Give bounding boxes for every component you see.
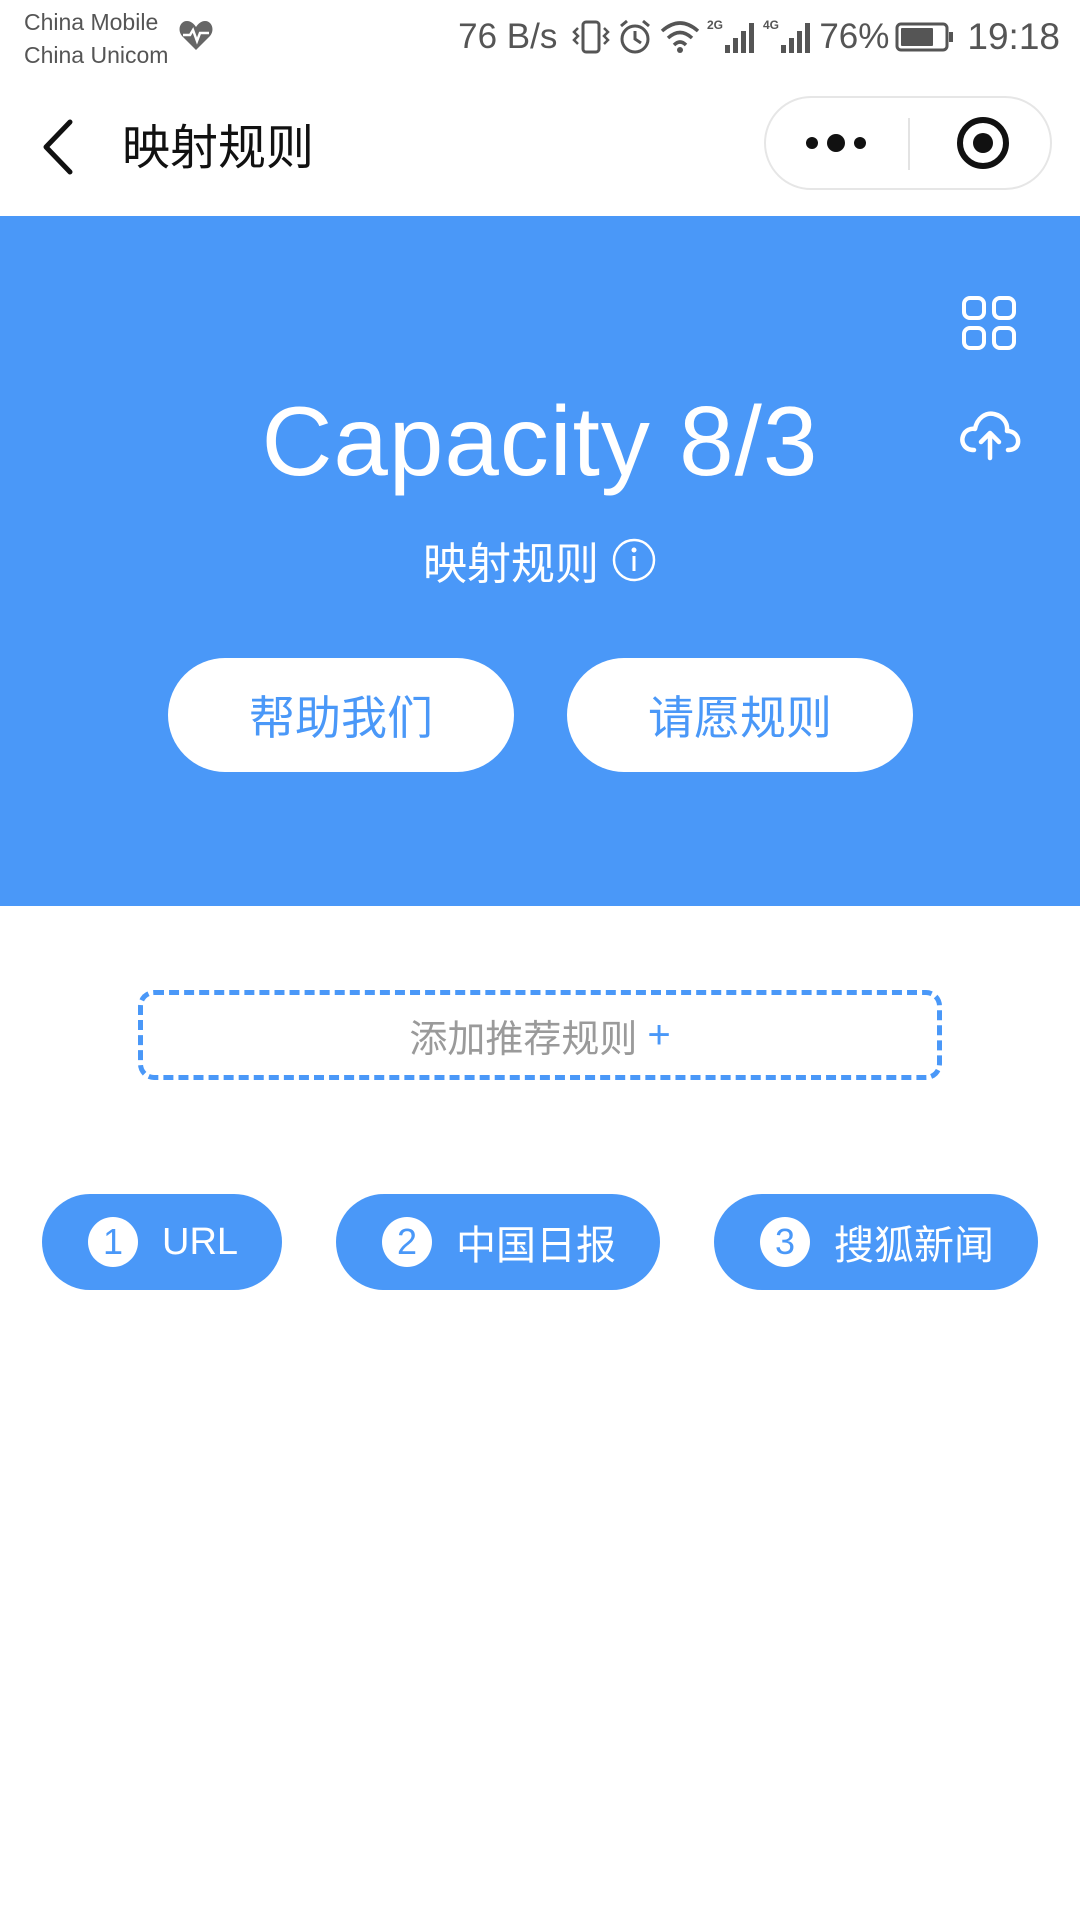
net-speed: 76 B/s — [458, 17, 558, 56]
status-right: 76 B/s 2G 4G 76% 19:18 — [458, 12, 1060, 62]
more-dots-icon[interactable] — [766, 98, 908, 188]
grid-icon[interactable] — [960, 294, 1018, 352]
rule-pill-china-daily[interactable]: 2 中国日报 — [336, 1194, 660, 1290]
carrier-info: China Mobile China Unicom — [24, 6, 168, 72]
clock: 19:18 — [967, 16, 1060, 57]
page-title: 映射规则 — [122, 120, 315, 176]
rule-pill-sohu-news[interactable]: 3 搜狐新闻 — [714, 1194, 1038, 1290]
signal-4g-icon: 4G — [763, 18, 811, 53]
svg-text:2G: 2G — [707, 18, 723, 32]
rule-number-badge: 2 — [382, 1217, 432, 1267]
status-bar: China Mobile China Unicom 76 B/s 2G 4G 7… — [0, 0, 1080, 78]
rule-number-badge: 1 — [88, 1217, 138, 1267]
info-icon[interactable] — [611, 537, 657, 583]
back-arrow-icon[interactable] — [36, 112, 86, 182]
help-us-button[interactable]: 帮助我们 — [168, 658, 514, 772]
svg-text:4G: 4G — [763, 18, 779, 32]
hero-subtitle: 映射规则 — [423, 539, 599, 590]
signal-2g-icon: 2G — [707, 18, 755, 53]
petition-rule-button[interactable]: 请愿规则 — [567, 658, 913, 772]
rule-pill-url[interactable]: 1 URL — [42, 1194, 282, 1290]
rule-label: 搜狐新闻 — [834, 1223, 994, 1269]
hero-panel: Capacity 8/3 映射规则 帮助我们 请愿规则 — [0, 216, 1080, 906]
rule-label: 中国日报 — [456, 1223, 616, 1269]
rule-label: URL — [162, 1220, 239, 1263]
mini-program-capsule — [764, 96, 1052, 190]
carrier-2: China Unicom — [24, 42, 169, 68]
battery-icon — [895, 22, 954, 52]
rule-number-badge: 3 — [760, 1217, 810, 1267]
heart-pulse-icon — [179, 21, 213, 50]
nav-bar: 映射规则 — [0, 78, 1080, 216]
add-recommended-rule-button[interactable]: 添加推荐规则 + — [138, 990, 942, 1080]
close-target-icon[interactable] — [910, 98, 1052, 188]
wifi-icon — [661, 21, 700, 53]
capacity-text: Capacity 8/3 — [261, 386, 819, 496]
vibrate-icon — [572, 20, 611, 54]
battery-percent: 76% — [819, 17, 890, 56]
plus-icon: + — [647, 1012, 671, 1057]
add-rule-label: 添加推荐规则 — [409, 1016, 638, 1061]
carrier-1: China Mobile — [24, 9, 159, 35]
subtitle-row: 映射规则 — [0, 530, 1080, 590]
alarm-icon — [620, 19, 651, 54]
